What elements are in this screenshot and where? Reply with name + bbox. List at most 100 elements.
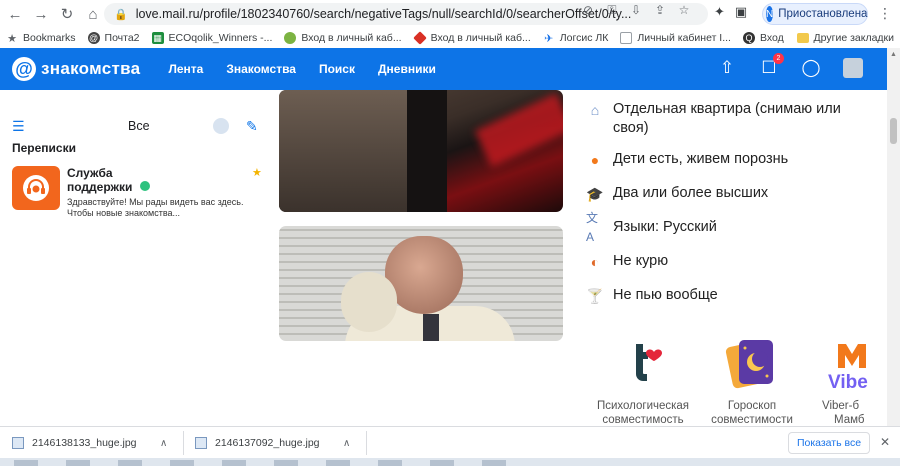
- scroll-up-icon[interactable]: ▲: [890, 51, 897, 58]
- chat-bubble-icon[interactable]: ◯: [801, 58, 821, 78]
- promo-caption: Гороскоп совместимости: [711, 400, 793, 426]
- detail-children: ● Дети есть, живем порознь: [586, 150, 863, 169]
- promo-horoscope[interactable]: Гороскоп совместимости: [702, 336, 802, 427]
- page-scrollbar[interactable]: ▲: [887, 48, 900, 426]
- detail-smoking: ◐ Не курю: [586, 252, 863, 271]
- install-icon[interactable]: ⇩: [628, 3, 644, 18]
- bookmark-item[interactable]: ★ Bookmarks: [0, 28, 82, 48]
- download-shelf: 2146138133_huge.jpg ∧ 2146137092_huge.jp…: [0, 426, 900, 458]
- bookmark-item[interactable]: Вход в личный каб...: [408, 28, 537, 48]
- pencil-icon[interactable]: ✎: [246, 118, 258, 135]
- image-file-icon: [195, 437, 207, 449]
- list-icon[interactable]: ☰: [12, 118, 25, 135]
- arrow-up-icon[interactable]: ⇧: [717, 58, 737, 78]
- chat-name: Служба поддержки: [67, 166, 133, 194]
- profile-button[interactable]: N Приостановлена: [762, 3, 868, 25]
- detail-housing: ⌂ Отдельная квартира (снимаю или своя): [586, 100, 863, 138]
- star-icon: ★: [7, 32, 17, 45]
- bookmark-item[interactable]: @ Почта2: [82, 28, 146, 48]
- extensions: ✦ ▣: [714, 4, 747, 20]
- bookmark-star-icon[interactable]: ☆: [676, 3, 692, 18]
- lock-icon: 🔒: [114, 8, 128, 21]
- verified-badge: [140, 181, 150, 191]
- back-icon[interactable]: ←: [4, 3, 26, 25]
- compatibility-icon: [616, 336, 670, 390]
- nav-dating[interactable]: Знакомства: [226, 62, 296, 76]
- other-bookmarks[interactable]: Другие закладки: [796, 28, 894, 48]
- mail-icon: @: [87, 32, 100, 44]
- notifications-icon[interactable]: ☐ 2: [759, 53, 784, 78]
- profile-status: Приостановлена: [778, 8, 868, 20]
- extensions-icon[interactable]: ✦: [714, 4, 725, 20]
- download-item[interactable]: 2146137092_huge.jpg ∧: [195, 427, 365, 459]
- svg-text:Vibe: Vibe: [828, 372, 868, 390]
- main-nav: Лента Знакомства Поиск Дневники: [168, 62, 435, 76]
- site-header: @ знакомства Лента Знакомства Поиск Днев…: [0, 48, 887, 90]
- favorite-star-icon[interactable]: ★: [252, 166, 262, 179]
- doc-icon: [620, 32, 633, 44]
- folder-icon: [796, 33, 809, 43]
- home-icon[interactable]: ⌂: [82, 3, 104, 25]
- profile-avatar: N: [766, 6, 774, 22]
- notification-badge: 2: [773, 53, 784, 64]
- user-avatar[interactable]: [843, 58, 863, 78]
- pacifier-icon: ●: [590, 151, 600, 168]
- detail-education: 🎓 Два или более высших: [586, 185, 769, 202]
- chat-preview: Здравствуйте! Мы рады видеть вас здесь. …: [67, 197, 244, 218]
- chat-item[interactable]: Служба поддержки ★ Здравствуйте! Мы рады…: [12, 166, 264, 222]
- scrollbar-thumb[interactable]: [890, 118, 897, 144]
- omnibox-actions: ⊘ ⚿ ⇩ ⇪ ☆: [580, 3, 692, 18]
- bookmark-item[interactable]: ▦ ECOqolik_Winners -...: [146, 28, 279, 48]
- browser-toolbar: ← → ↻ ⌂ 🔒 love.mail.ru/profile/180234076…: [0, 0, 900, 28]
- pipe-icon: ◐: [590, 253, 600, 270]
- house-icon: ⌂: [590, 101, 600, 118]
- site-logo[interactable]: @ знакомства: [12, 57, 140, 81]
- show-all-button[interactable]: Показать все: [788, 432, 870, 454]
- messages-filter: ☰ Все ✎: [12, 118, 262, 134]
- bookmark-item[interactable]: Личный кабинет I...: [614, 28, 737, 48]
- diamond-icon: [412, 31, 427, 45]
- reload-icon[interactable]: ↻: [56, 3, 78, 25]
- chevron-up-icon[interactable]: ∧: [343, 438, 350, 449]
- plane-icon: ✈: [544, 32, 554, 45]
- profile-photo[interactable]: [279, 90, 563, 212]
- blocked-popup-icon[interactable]: ⊘: [580, 3, 596, 18]
- close-icon[interactable]: ✕: [880, 435, 890, 449]
- nav-search[interactable]: Поиск: [319, 62, 355, 76]
- header-actions: ⇧ ☐ 2 ◯: [717, 53, 863, 78]
- key-icon[interactable]: ⚿: [604, 3, 620, 18]
- promo-caption: Психологическая совместимость: [596, 400, 690, 426]
- sheets-icon: ▦: [151, 32, 164, 44]
- bookmarks-bar: ★ Bookmarks @ Почта2 ▦ ECOqolik_Winners -..…: [0, 28, 900, 48]
- promo-caption: Viber-б Мамб: [822, 400, 865, 426]
- profile-photo[interactable]: [279, 226, 563, 341]
- menu-icon[interactable]: ⋮: [878, 5, 892, 22]
- viber-icon: Vibe: [828, 336, 882, 390]
- promo-compatibility[interactable]: Психологическая совместимость: [590, 336, 696, 427]
- language-icon: 文A: [586, 211, 599, 244]
- support-avatar: [12, 166, 60, 210]
- url-text: love.mail.ru/profile/1802340760/search/n…: [135, 7, 632, 21]
- messages-panel: ☰ Все ✎ Переписки Служба поддержки ★ Здр…: [0, 90, 270, 426]
- graduation-cap-icon: 🎓: [586, 185, 604, 202]
- nav-diaries[interactable]: Дневники: [378, 62, 436, 76]
- horoscope-icon: [725, 336, 779, 390]
- status-toggle[interactable]: [213, 118, 229, 134]
- sidepanel-icon[interactable]: ▣: [735, 4, 747, 20]
- download-item[interactable]: 2146138133_huge.jpg ∧: [12, 427, 182, 459]
- detail-drinking: 🍸 Не пью вообще: [586, 287, 718, 304]
- section-title: Переписки: [12, 141, 76, 155]
- forward-icon[interactable]: →: [30, 3, 52, 25]
- image-file-icon: [12, 437, 24, 449]
- taskbar: [0, 458, 900, 466]
- filter-dropdown[interactable]: Все: [128, 119, 150, 133]
- at-logo-icon: @: [12, 57, 36, 81]
- bookmark-item[interactable]: Вход в личный каб...: [278, 28, 407, 48]
- promo-viber[interactable]: Vibe Viber-б Мамб: [820, 336, 887, 427]
- chevron-up-icon[interactable]: ∧: [160, 438, 167, 449]
- nav-feed[interactable]: Лента: [168, 62, 203, 76]
- headset-icon: [23, 175, 49, 201]
- bookmark-item[interactable]: ✈ Логсис ЛК: [537, 28, 615, 48]
- share-icon[interactable]: ⇪: [652, 3, 668, 18]
- bookmark-item[interactable]: Q Вход: [737, 28, 790, 48]
